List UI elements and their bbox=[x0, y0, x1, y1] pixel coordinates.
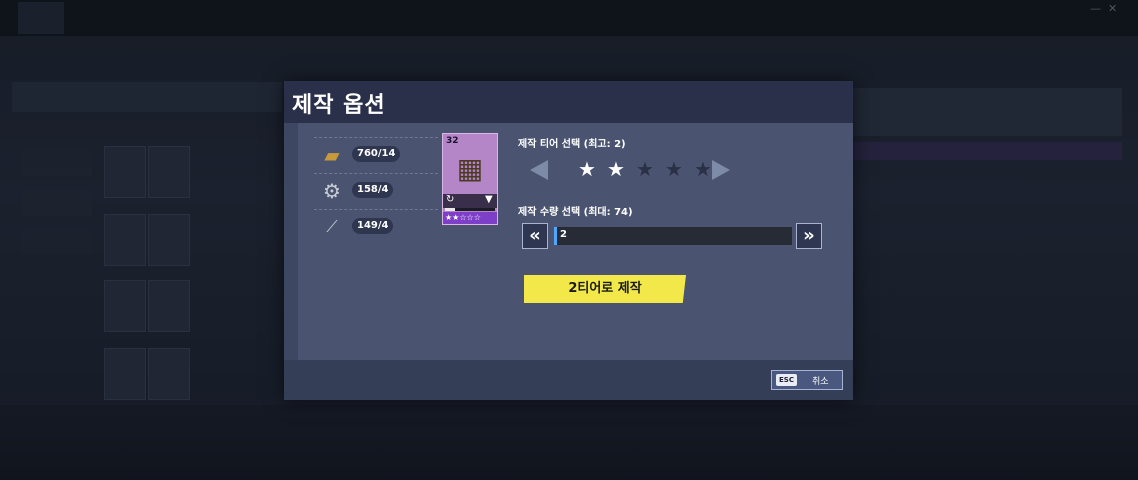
tier-star-icon[interactable]: ★ bbox=[692, 158, 714, 180]
tier-star-icon[interactable]: ★ bbox=[663, 158, 685, 180]
quantity-value: 2 bbox=[560, 229, 567, 240]
tier-star-icon[interactable]: ★ bbox=[605, 158, 627, 180]
item-card[interactable]: 32 ▦ ↻ ▼ ★★☆☆☆ bbox=[442, 133, 498, 225]
durability-fill bbox=[445, 208, 455, 211]
esc-key-hint: ESC bbox=[776, 374, 797, 386]
material-row: ▰ 760/14 bbox=[314, 137, 438, 172]
material-row: ⟋ 149/4 bbox=[314, 209, 438, 244]
tier-next-button[interactable] bbox=[712, 160, 730, 180]
quantity-decrement-button[interactable]: « bbox=[522, 223, 548, 249]
cancel-button[interactable]: ESC 취소 bbox=[771, 370, 843, 390]
crafting-options-dialog: 제작 옵션 ▰ 760/14 ⚙ 158/4 ⟋ 149/4 32 ▦ ↻ ▼ bbox=[284, 81, 853, 400]
wire-icon: ⟋ bbox=[326, 217, 338, 236]
material-row: ⚙ 158/4 bbox=[314, 173, 438, 208]
item-tier-stars: ★★☆☆☆ bbox=[443, 212, 497, 224]
quantity-slider[interactable]: 2 bbox=[554, 227, 792, 245]
chevron-down-icon: ▼ bbox=[485, 194, 493, 205]
tier-star-icon[interactable]: ★ bbox=[576, 158, 598, 180]
durability-bar bbox=[445, 208, 495, 211]
craft-button[interactable]: 2티어로 제작 bbox=[524, 275, 686, 303]
cancel-label: 취소 bbox=[812, 377, 829, 387]
item-level: 32 bbox=[446, 136, 459, 146]
refresh-icon: ↻ bbox=[446, 194, 455, 205]
wood-plank-icon: ▰ bbox=[324, 143, 340, 167]
weapon-schematic-icon: ▦ bbox=[456, 151, 484, 185]
quantity-slider-handle[interactable] bbox=[554, 227, 557, 245]
material-count: 149/4 bbox=[352, 218, 394, 234]
mechanical-part-icon: ⚙ bbox=[323, 179, 341, 203]
tier-prev-button[interactable] bbox=[530, 160, 548, 180]
dialog-header: 제작 옵션 bbox=[284, 81, 853, 123]
quantity-increment-button[interactable]: » bbox=[796, 223, 822, 249]
dialog-footer: ESC 취소 bbox=[284, 360, 853, 400]
material-count: 158/4 bbox=[352, 182, 394, 198]
quantity-select-label: 제작 수량 선택 (최대: 74) bbox=[518, 207, 633, 218]
tier-select-label: 제작 티어 선택 (최고: 2) bbox=[518, 139, 626, 150]
dialog-body: ▰ 760/14 ⚙ 158/4 ⟋ 149/4 32 ▦ ↻ ▼ ★★☆☆☆ … bbox=[298, 123, 853, 360]
item-info-bar: ↻ ▼ bbox=[443, 194, 497, 208]
tier-star-icon[interactable]: ★ bbox=[634, 158, 656, 180]
material-count: 760/14 bbox=[352, 146, 401, 162]
dialog-title: 제작 옵션 bbox=[292, 93, 386, 118]
